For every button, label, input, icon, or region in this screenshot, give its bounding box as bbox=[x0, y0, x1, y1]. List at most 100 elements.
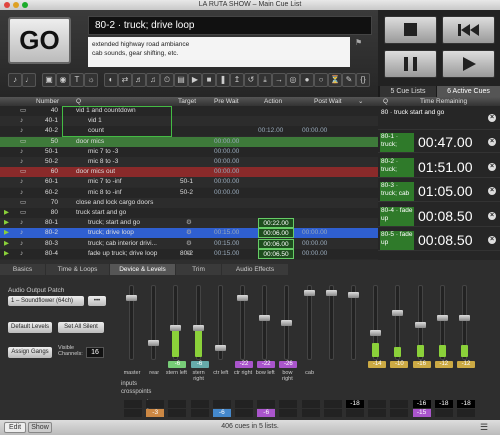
crosspoint-2[interactable] bbox=[457, 409, 475, 417]
channel-level-chip[interactable]: -12 bbox=[457, 361, 475, 368]
col-pre-wait[interactable]: Pre Wait bbox=[214, 97, 239, 106]
flag-icon[interactable]: ⚑ bbox=[355, 38, 363, 47]
fader-knob[interactable] bbox=[170, 325, 182, 331]
fader-knob[interactable] bbox=[325, 290, 337, 296]
cue-row[interactable]: ♪ 60-1 mic 7 to -inf 50-1 00:00.00 bbox=[0, 177, 378, 188]
crosspoint-2[interactable]: -3 bbox=[146, 409, 165, 417]
tab-audio-effects[interactable]: Audio Effects bbox=[222, 264, 288, 275]
cue-row[interactable]: ▭ 50 door mics 00:00.00 bbox=[0, 136, 378, 147]
cue-row[interactable]: ▭ 60 door mics out 00:00.00 bbox=[0, 167, 378, 178]
text-icon[interactable]: T bbox=[70, 73, 84, 87]
channel-level-chip[interactable]: -22 bbox=[257, 361, 276, 368]
col-post-wait[interactable]: Post Wait bbox=[314, 97, 342, 106]
active-cue[interactable]: 80-1 · truck; 00:47.00 × bbox=[378, 130, 500, 153]
crosspoint-1[interactable] bbox=[212, 400, 231, 408]
active-cue[interactable]: 80-4 · fade up 00:08.50 × bbox=[378, 204, 500, 227]
network-icon[interactable]: ⇄ bbox=[118, 73, 132, 87]
visible-channels-field[interactable]: 16 bbox=[86, 347, 104, 358]
script-icon[interactable]: {} bbox=[356, 73, 370, 87]
wait-icon[interactable]: ⏳ bbox=[328, 73, 342, 87]
crosspoint-2[interactable] bbox=[323, 409, 342, 417]
set-all-silent-button[interactable]: Set All Silent bbox=[58, 322, 104, 333]
channel-level-chip[interactable]: -12 bbox=[434, 361, 453, 368]
light-icon[interactable]: ☼ bbox=[84, 73, 98, 87]
goto-icon[interactable]: → bbox=[272, 73, 286, 87]
assign-gangs-button[interactable]: Assign Gangs bbox=[8, 347, 52, 358]
previous-button[interactable] bbox=[442, 16, 495, 44]
speaker-icon[interactable]: ♪ bbox=[8, 73, 22, 87]
pause-all-button[interactable] bbox=[384, 50, 437, 78]
tab-cue-lists[interactable]: 5 Cue Lists bbox=[380, 86, 436, 97]
crosspoint-2[interactable] bbox=[168, 409, 187, 417]
tab-trim[interactable]: Trim bbox=[176, 264, 221, 275]
tab-basics[interactable]: Basics bbox=[0, 264, 45, 275]
fader-knob[interactable] bbox=[303, 290, 315, 296]
cue-row[interactable]: ♪ 60-2 mic 8 to -inf 50-2 00:00.00 bbox=[0, 187, 378, 198]
cue-row[interactable]: ▶ ♪ 80-2 truck; drive loop 00:15.00 00:06.00 0… bbox=[0, 228, 378, 239]
midi-file-icon[interactable]: ♫ bbox=[146, 73, 160, 87]
fader-track[interactable] bbox=[306, 285, 312, 360]
stop-icon[interactable]: ■ bbox=[202, 73, 216, 87]
cue-notes[interactable]: extended highway road ambiance cab sound… bbox=[88, 37, 350, 67]
crosspoint-1[interactable]: -18 bbox=[457, 400, 475, 408]
midi-icon[interactable]: ♬ bbox=[132, 73, 146, 87]
fader-knob[interactable] bbox=[370, 330, 382, 336]
stop-cue-close-icon[interactable]: × bbox=[488, 138, 496, 146]
patch-edit-button[interactable]: ••• bbox=[88, 296, 106, 306]
load-icon[interactable]: ↥ bbox=[230, 73, 244, 87]
col-number[interactable]: Number bbox=[36, 97, 59, 106]
tab-active-cues[interactable]: 6 Active Cues bbox=[437, 86, 500, 97]
active-cue[interactable]: 80-5 · fade up 00:08.50 × bbox=[378, 228, 500, 251]
resume-button[interactable] bbox=[442, 50, 495, 78]
crosspoint-2[interactable]: -15 bbox=[412, 409, 431, 417]
group-icon[interactable]: ▤ bbox=[174, 73, 188, 87]
channel-level-chip[interactable]: -26 bbox=[279, 361, 298, 368]
crosspoint-1[interactable] bbox=[235, 400, 253, 408]
crosspoint-2[interactable] bbox=[279, 409, 298, 417]
channel-level-chip[interactable]: -16 bbox=[412, 361, 431, 368]
channel-level-chip[interactable]: -6 bbox=[168, 361, 187, 368]
gear-icon[interactable]: ⚙ bbox=[186, 218, 194, 228]
fader-knob[interactable] bbox=[392, 310, 404, 316]
fader-track[interactable] bbox=[262, 285, 268, 360]
cue-row[interactable]: ▶ ▭ 80 truck start and go bbox=[0, 208, 378, 218]
stop-cue-close-icon[interactable]: × bbox=[488, 187, 496, 195]
crosspoint-1[interactable] bbox=[301, 400, 320, 408]
crosspoint-2[interactable] bbox=[368, 409, 387, 417]
fade-icon[interactable]: ◐ bbox=[104, 73, 118, 87]
crosspoint-1[interactable] bbox=[257, 400, 276, 408]
fader-knob[interactable] bbox=[414, 322, 426, 328]
stop-all-button[interactable] bbox=[384, 16, 437, 44]
fader-track[interactable] bbox=[151, 285, 157, 360]
close-window-button[interactable] bbox=[4, 2, 10, 8]
current-cue-name[interactable]: 80-2 · truck; drive loop bbox=[88, 16, 372, 35]
crosspoint-2[interactable] bbox=[124, 409, 142, 417]
cue-row[interactable]: ▭ 40 vid 1 and countdown bbox=[0, 106, 378, 116]
channel-level-chip[interactable]: -22 bbox=[235, 361, 253, 368]
fader-knob[interactable] bbox=[237, 295, 248, 301]
stop-cue-close-icon[interactable]: × bbox=[488, 162, 496, 171]
tab-time-loops[interactable]: Time & Loops bbox=[46, 264, 109, 275]
show-mode-button[interactable]: Show bbox=[28, 422, 52, 433]
crosspoint-2[interactable] bbox=[190, 409, 209, 417]
go-button[interactable]: GO bbox=[8, 17, 71, 64]
edit-mode-button[interactable]: Edit bbox=[4, 422, 26, 433]
cue-row[interactable]: ▶ ♪ 80-4 fade up truck; drive loop 80-2 00:15… bbox=[0, 248, 378, 259]
disarm-icon[interactable]: ○ bbox=[314, 73, 328, 87]
crosspoint-2[interactable] bbox=[346, 409, 364, 417]
zoom-window-button[interactable] bbox=[22, 2, 28, 8]
fader-knob[interactable] bbox=[436, 315, 448, 321]
fader-knob[interactable] bbox=[259, 315, 271, 321]
col-q[interactable]: Q bbox=[76, 97, 81, 106]
arm-icon[interactable]: ● bbox=[300, 73, 314, 87]
gear-icon[interactable]: ⚙ bbox=[186, 239, 194, 249]
fader-knob[interactable] bbox=[214, 345, 226, 351]
crosspoint-2[interactable] bbox=[390, 409, 409, 417]
crosspoint-2[interactable] bbox=[301, 409, 320, 417]
fader-knob[interactable] bbox=[281, 320, 293, 326]
crosspoint-1[interactable]: -18 bbox=[346, 400, 364, 408]
gear-icon[interactable]: ⚙ bbox=[186, 228, 194, 238]
pause-icon[interactable]: ❚ bbox=[216, 73, 230, 87]
cue-row[interactable]: ♪ 40-1 vid 1 bbox=[0, 116, 378, 127]
minimize-window-button[interactable] bbox=[13, 2, 19, 8]
